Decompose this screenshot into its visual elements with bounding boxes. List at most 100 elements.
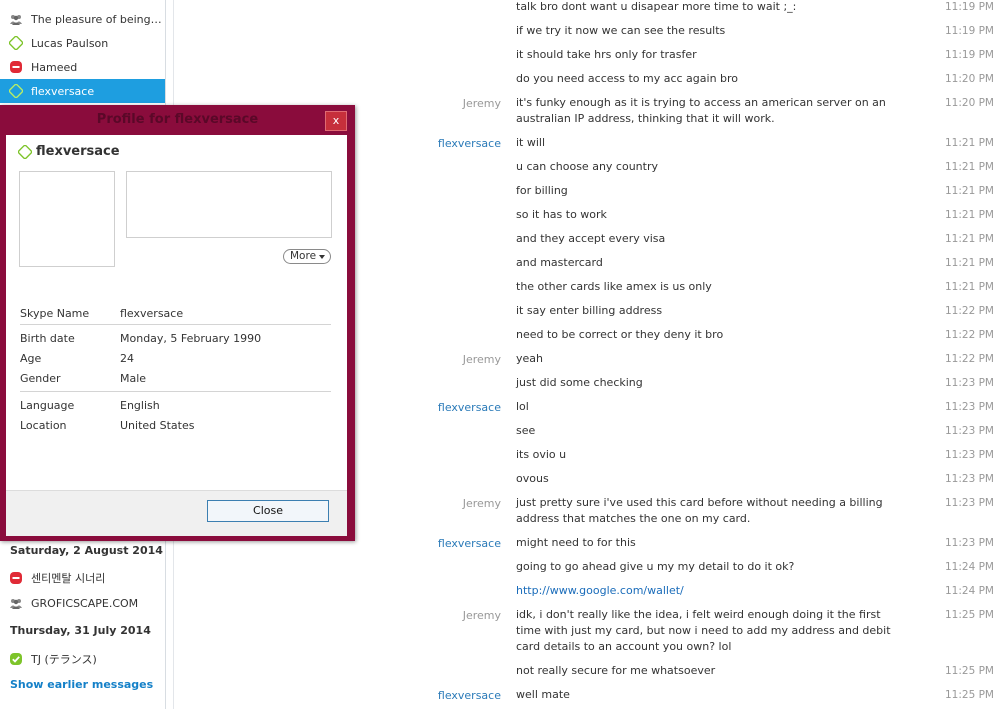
- message-timestamp: 11:21 PM: [945, 137, 994, 149]
- message-timestamp: 11:21 PM: [945, 233, 994, 245]
- language-label: Language: [20, 399, 75, 412]
- message-timestamp: 11:22 PM: [945, 329, 994, 341]
- message-sender[interactable]: Jeremy: [463, 609, 501, 622]
- sidebar-item-sentimental[interactable]: 센티멘탈 시너리: [0, 566, 165, 590]
- status-dnd-icon: [9, 60, 23, 74]
- sidebar-item-lucas-paulson[interactable]: Lucas Paulson: [0, 31, 165, 55]
- sidebar-item-tj[interactable]: TJ (テランス): [0, 647, 165, 671]
- group-icon: [9, 596, 23, 610]
- message-text: need to be correct or they deny it bro: [516, 328, 724, 341]
- more-button[interactable]: More: [283, 249, 331, 264]
- message-timestamp: 11:25 PM: [945, 689, 994, 701]
- status-offline-icon: [9, 36, 23, 50]
- message-text: the other cards like amex is us only: [516, 280, 712, 293]
- message-sender[interactable]: flexversace: [438, 401, 501, 414]
- group-icon: [9, 12, 23, 26]
- message-timestamp: 11:21 PM: [945, 257, 994, 269]
- gender-value: Male: [120, 372, 147, 385]
- message-text: well mate: [516, 688, 570, 701]
- message-timestamp: 11:21 PM: [945, 161, 994, 173]
- show-earlier-messages-link[interactable]: Show earlier messages: [10, 678, 153, 691]
- location-value: United States: [120, 419, 195, 432]
- message-sender[interactable]: flexversace: [438, 689, 501, 702]
- message-timestamp: 11:20 PM: [945, 73, 994, 85]
- message-text: not really secure for me whatsoever: [516, 664, 716, 677]
- sidebar-item-label: flexversace: [31, 84, 95, 98]
- message-text: see: [516, 424, 536, 437]
- language-value: English: [120, 399, 160, 412]
- divider: [20, 324, 331, 325]
- message-text: do you need access to my acc again bro: [516, 72, 739, 85]
- message-text: if we try it now we can see the results: [516, 24, 726, 37]
- message-timestamp: 11:23 PM: [945, 537, 994, 549]
- profile-mood-box: [126, 171, 332, 238]
- profile-dialog: Profile for flexversace x flexversace Mo…: [0, 105, 355, 541]
- message-timestamp: 11:21 PM: [945, 281, 994, 293]
- age-label: Age: [20, 352, 42, 365]
- sidebar-item-label: TJ (テランス): [31, 653, 97, 666]
- profile-avatar: [19, 171, 115, 267]
- message-timestamp: 11:23 PM: [945, 497, 994, 509]
- sidebar-item-flexversace[interactable]: flexversace: [0, 79, 165, 103]
- message-timestamp: 11:23 PM: [945, 425, 994, 437]
- message-timestamp: 11:22 PM: [945, 353, 994, 365]
- message-timestamp: 11:22 PM: [945, 305, 994, 317]
- status-online-icon: [9, 652, 23, 666]
- status-offline-icon: [9, 84, 23, 98]
- message-text: just did some checking: [516, 376, 643, 389]
- profile-display-name: flexversace: [36, 144, 120, 159]
- sidebar-item-hameed[interactable]: Hameed: [0, 55, 165, 79]
- date-header: Thursday, 31 July 2014: [10, 624, 151, 637]
- message-timestamp: 11:21 PM: [945, 185, 994, 197]
- sidebar-item-groficscape[interactable]: GROFICSCAPE.COM: [0, 591, 165, 615]
- message-text: might need to for this: [516, 536, 636, 549]
- message-text: and mastercard: [516, 256, 603, 269]
- close-icon[interactable]: x: [325, 111, 347, 131]
- message-text: u can choose any country: [516, 160, 658, 173]
- more-button-label: More: [290, 250, 317, 262]
- message-timestamp: 11:20 PM: [945, 97, 994, 109]
- message-text: yeah: [516, 352, 543, 365]
- location-label: Location: [20, 419, 67, 432]
- message-timestamp: 11:19 PM: [945, 25, 994, 37]
- message-timestamp: 11:23 PM: [945, 377, 994, 389]
- message-timestamp: 11:23 PM: [945, 473, 994, 485]
- message-sender[interactable]: Jeremy: [463, 97, 501, 110]
- message-link[interactable]: http://www.google.com/wallet/: [516, 583, 906, 599]
- status-dnd-icon: [9, 571, 23, 585]
- message-sender[interactable]: flexversace: [438, 137, 501, 150]
- message-text: just pretty sure i've used this card bef…: [516, 496, 883, 525]
- message-timestamp: 11:19 PM: [945, 49, 994, 61]
- sidebar-item-pleasure-group[interactable]: The pleasure of being cu...: [0, 7, 165, 31]
- message-text: for billing: [516, 184, 568, 197]
- divider: [20, 391, 331, 392]
- message-text: it say enter billing address: [516, 304, 663, 317]
- message-timestamp: 11:21 PM: [945, 209, 994, 221]
- message-sender[interactable]: flexversace: [438, 537, 501, 550]
- message-timestamp: 11:23 PM: [945, 401, 994, 413]
- message-sender[interactable]: Jeremy: [463, 497, 501, 510]
- message-text: idk, i don't really like the idea, i fel…: [516, 608, 891, 653]
- close-button[interactable]: Close: [207, 500, 329, 522]
- message-text: its ovio u: [516, 448, 567, 461]
- skype-name-label: Skype Name: [20, 307, 90, 320]
- gender-label: Gender: [20, 372, 61, 385]
- message-text: going to go ahead give u my my detail to…: [516, 560, 795, 573]
- birth-date-label: Birth date: [20, 332, 75, 345]
- message-text: so it has to work: [516, 208, 607, 221]
- message-text: and they accept every visa: [516, 232, 666, 245]
- message-timestamp: 11:25 PM: [945, 665, 994, 677]
- sidebar-item-label: Hameed: [31, 60, 78, 74]
- message-timestamp: 11:24 PM: [945, 561, 994, 573]
- sidebar-item-label: 센티멘탈 시너리: [31, 572, 106, 585]
- profile-footer: Close: [6, 490, 347, 536]
- date-header: Saturday, 2 August 2014: [10, 544, 163, 557]
- message-text: it's funky enough as it is trying to acc…: [516, 96, 886, 125]
- message-timestamp: 11:25 PM: [945, 609, 994, 621]
- message-timestamp: 11:23 PM: [945, 449, 994, 461]
- sidebar-item-label: GROFICSCAPE.COM: [31, 596, 139, 610]
- message-timestamp: 11:19 PM: [945, 1, 994, 13]
- message-sender[interactable]: Jeremy: [463, 353, 501, 366]
- message-timestamp: 11:24 PM: [945, 585, 994, 597]
- sidebar-item-label: The pleasure of being cu...: [31, 12, 163, 26]
